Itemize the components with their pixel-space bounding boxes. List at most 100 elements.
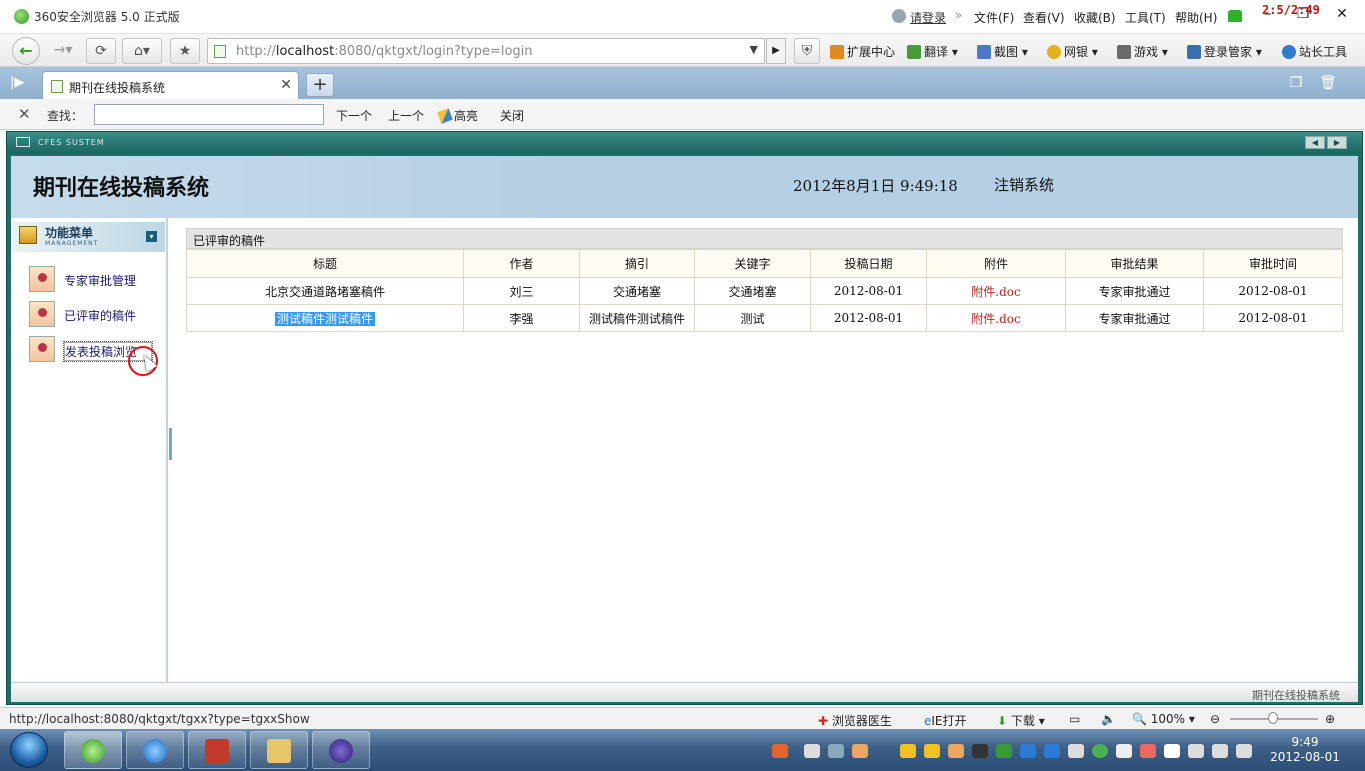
cell-title: 北京交通道路堵塞稿件 [186, 277, 464, 305]
taskbar-ie[interactable] [126, 731, 184, 769]
download-button[interactable]: ⬇ 下载 ▾ [997, 712, 1045, 729]
translate-icon [907, 45, 921, 59]
address-url[interactable]: http://localhost:8080/qktgxt/login?type=… [236, 44, 533, 59]
tray-people-icon[interactable] [852, 744, 868, 758]
panel-splitter[interactable] [169, 428, 172, 460]
tray-network-icon[interactable] [804, 744, 820, 758]
back-button[interactable]: ← [12, 37, 40, 65]
screenshot-button[interactable]: 截图 ▾ [977, 43, 1028, 60]
col-attachment: 附件 [926, 249, 1066, 278]
sidebar-item-label: 已评审的稿件 [64, 309, 137, 323]
tray-app-icon[interactable] [1116, 744, 1132, 758]
forward-button[interactable]: →▾ [46, 38, 80, 64]
sidebar-toggle-icon[interactable]: |▶ [10, 75, 26, 91]
close-window-button[interactable]: ✕ [1332, 5, 1352, 23]
taskbar-eclipse[interactable] [312, 731, 370, 769]
system-clock[interactable]: 9:49 2012-08-01 [1270, 735, 1340, 765]
menu-view[interactable]: 查看(V) [1023, 9, 1065, 26]
webmaster-tools-button[interactable]: 站长工具 [1282, 43, 1347, 60]
find-close-button[interactable]: 关闭 [500, 107, 524, 124]
restore-tabs-icon[interactable]: ❐ [1286, 75, 1306, 93]
tab-active[interactable]: 期刊在线投稿系统 ✕ [42, 71, 299, 99]
scroll-right-button[interactable]: ▶ [1327, 136, 1347, 149]
cell-title: 测试稿件测试稿件 [186, 304, 464, 332]
tray-app-icon[interactable] [996, 744, 1012, 758]
zoom-out-icon[interactable]: ⊖ [1210, 712, 1220, 726]
shield-icon[interactable]: ⛨ [794, 38, 820, 64]
menu-help[interactable]: 帮助(H) [1175, 9, 1217, 26]
qq-icon[interactable] [924, 744, 940, 758]
ie-open-button[interactable]: eIE打开 [924, 712, 967, 729]
tray-people-icon[interactable] [948, 744, 964, 758]
find-input[interactable] [94, 104, 324, 125]
go-button[interactable]: ▶ [766, 38, 786, 64]
ebank-button[interactable]: 网银 ▾ [1047, 43, 1098, 60]
browser-logo-icon [14, 9, 29, 24]
sogou-input-icon[interactable] [772, 744, 788, 758]
cell-result: 专家审批通过 [1065, 304, 1204, 332]
speaker-icon[interactable]: 🔈 [1101, 712, 1116, 726]
highlight-button[interactable]: 高亮 [437, 107, 478, 124]
games-label: 游戏 [1134, 45, 1159, 59]
games-button[interactable]: 游戏 ▾ [1117, 43, 1168, 60]
login-link[interactable]: 请登录 [910, 9, 946, 26]
extension-center-button[interactable]: 扩展中心 [830, 43, 895, 60]
find-bar: ✕ 查找： 下一个 上一个 高亮 关闭 [0, 99, 1365, 130]
zoom-control[interactable]: 🔍 100% ▾ [1132, 712, 1195, 726]
start-button[interactable] [10, 732, 48, 768]
scroll-left-button[interactable]: ◀ [1305, 136, 1325, 149]
qq-icon[interactable] [900, 744, 916, 758]
find-prev-button[interactable]: 上一个 [388, 107, 424, 124]
browser-doctor-button[interactable]: ✚ 浏览器医生 [818, 712, 892, 729]
find-next-button[interactable]: 下一个 [336, 107, 372, 124]
taskbar-360-browser[interactable] [64, 731, 122, 769]
collapse-icon[interactable]: ▾ [146, 231, 157, 242]
shield-icon[interactable] [1044, 744, 1060, 758]
menu-favorites[interactable]: 收藏(B) [1074, 9, 1116, 26]
window-icon[interactable]: ▭ [1069, 712, 1080, 726]
tray-app-icon[interactable] [1188, 744, 1204, 758]
cell-keywords: 测试 [694, 304, 811, 332]
login-manager-label: 登录管家 [1204, 45, 1253, 59]
cell-author: 李强 [463, 304, 580, 332]
menu-file[interactable]: 文件(F) [974, 9, 1014, 26]
table-caption: 已评审的稿件 [186, 228, 1343, 249]
tray-app-icon[interactable] [1020, 744, 1036, 758]
close-icon[interactable]: ✕ [280, 77, 292, 93]
doctor-icon: ✚ [818, 714, 829, 728]
tray-app-icon[interactable] [1068, 744, 1084, 758]
address-bar[interactable]: http://localhost:8080/qktgxt/login?type=… [207, 38, 765, 64]
attachment-link[interactable]: 附件.doc [926, 277, 1066, 305]
taskbar-toolbox[interactable] [188, 731, 246, 769]
url-host: localhost [275, 44, 335, 59]
sidebar-item-expert-approval[interactable]: 专家审批管理 [29, 266, 169, 294]
logout-link[interactable]: 注销系统 [994, 174, 1054, 195]
find-close-icon[interactable]: ✕ [18, 105, 31, 123]
360-browser-icon [81, 739, 105, 763]
login-manager-button[interactable]: 登录管家 ▾ [1187, 43, 1262, 60]
url-scheme: http:// [236, 44, 276, 59]
flag-icon[interactable] [1164, 744, 1180, 758]
network-icon[interactable] [1212, 744, 1228, 758]
zoom-slider-thumb[interactable] [1268, 712, 1278, 724]
home-button[interactable]: ⌂▾ [122, 38, 162, 64]
skin-icon[interactable] [1228, 10, 1242, 22]
refresh-button[interactable]: ⟳ [86, 38, 116, 64]
trash-icon[interactable]: 🗑 [1318, 75, 1338, 93]
tray-app-icon[interactable] [1140, 744, 1156, 758]
attachment-link[interactable]: 附件.doc [926, 304, 1066, 332]
sidebar-item-reviewed[interactable]: 已评审的稿件 [29, 301, 169, 329]
favorite-star-button[interactable]: ★ [170, 38, 200, 64]
new-tab-button[interactable]: + [306, 73, 334, 97]
chevron-down-icon[interactable]: ▼ [750, 43, 758, 56]
menu-tools[interactable]: 工具(T) [1125, 9, 1166, 26]
speaker-icon[interactable] [1236, 744, 1252, 758]
app-body: 功能菜单 MANAGEMENT ▾ 专家审批管理 已评审的稿件 发表投稿浏览 已… [11, 218, 1358, 682]
tray-app-icon[interactable] [972, 744, 988, 758]
tray-app-icon[interactable] [828, 744, 844, 758]
screenshot-label: 截图 [994, 45, 1019, 59]
zoom-in-icon[interactable]: ⊕ [1325, 712, 1335, 726]
translate-button[interactable]: 翻译 ▾ [907, 43, 958, 60]
update-icon[interactable] [1092, 744, 1108, 758]
taskbar-explorer[interactable] [250, 731, 308, 769]
